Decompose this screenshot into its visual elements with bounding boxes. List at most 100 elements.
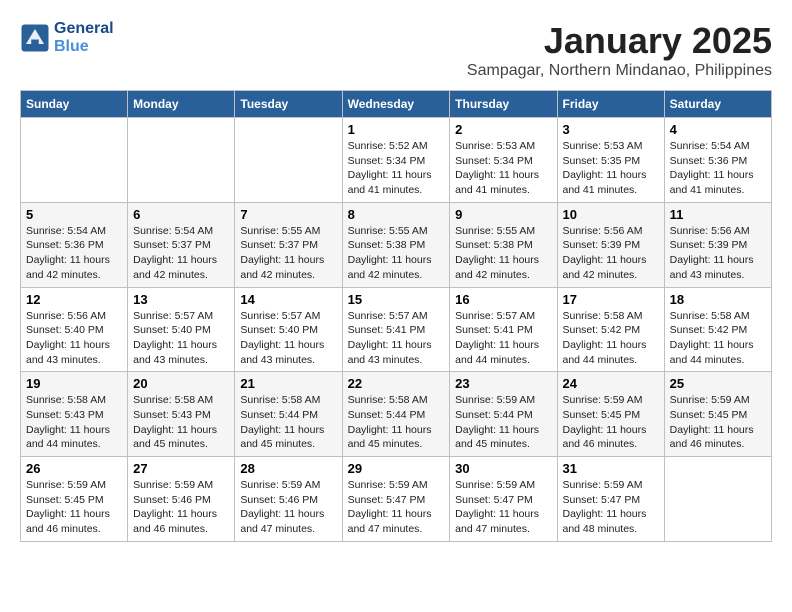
day-info: Sunrise: 5:59 AMSunset: 5:47 PMDaylight:…: [455, 478, 551, 537]
calendar-table: SundayMondayTuesdayWednesdayThursdayFrid…: [20, 90, 772, 542]
day-info: Sunrise: 5:54 AMSunset: 5:36 PMDaylight:…: [26, 224, 122, 283]
location-title: Sampagar, Northern Mindanao, Philippines: [467, 62, 772, 80]
day-number: 15: [348, 292, 445, 307]
day-number: 1: [348, 122, 445, 137]
calendar-cell: 22 Sunrise: 5:58 AMSunset: 5:44 PMDayligh…: [342, 372, 450, 457]
calendar-cell: 9 Sunrise: 5:55 AMSunset: 5:38 PMDaylight…: [450, 202, 557, 287]
calendar-cell: 17Sunrise: 5:58 AMSunset: 5:42 PMDayligh…: [557, 287, 664, 372]
day-info: Sunrise: 5:57 AMSunset: 5:40 PMDaylight:…: [133, 309, 229, 368]
day-info: Sunrise: 5:59 AMSunset: 5:46 PMDaylight:…: [133, 478, 229, 537]
day-info: Sunrise: 5:59 AMSunset: 5:45 PMDaylight:…: [670, 393, 766, 452]
calendar-cell: 7 Sunrise: 5:55 AMSunset: 5:37 PMDaylight…: [235, 202, 342, 287]
calendar-cell: 4Sunrise: 5:54 AMSunset: 5:36 PMDaylight…: [664, 118, 771, 203]
day-number: 2: [455, 122, 551, 137]
day-number: 6: [133, 207, 229, 222]
day-info: Sunrise: 5:53 AMSunset: 5:34 PMDaylight:…: [455, 139, 551, 198]
logo-text: General Blue: [54, 20, 114, 56]
calendar-cell: 25 Sunrise: 5:59 AMSunset: 5:45 PMDayligh…: [664, 372, 771, 457]
calendar-cell: 20 Sunrise: 5:58 AMSunset: 5:43 PMDayligh…: [128, 372, 235, 457]
day-info: Sunrise: 5:56 AMSunset: 5:40 PMDaylight:…: [26, 309, 122, 368]
day-number: 12: [26, 292, 122, 307]
calendar-cell: 12 Sunrise: 5:56 AMSunset: 5:40 PMDayligh…: [21, 287, 128, 372]
calendar-week-row: 12 Sunrise: 5:56 AMSunset: 5:40 PMDayligh…: [21, 287, 772, 372]
day-info: Sunrise: 5:55 AMSunset: 5:37 PMDaylight:…: [240, 224, 336, 283]
calendar-cell: [21, 118, 128, 203]
calendar-week-row: 19 Sunrise: 5:58 AMSunset: 5:43 PMDayligh…: [21, 372, 772, 457]
calendar-cell: 14Sunrise: 5:57 AMSunset: 5:40 PMDayligh…: [235, 287, 342, 372]
day-info: Sunrise: 5:56 AMSunset: 5:39 PMDaylight:…: [563, 224, 659, 283]
calendar-cell: [128, 118, 235, 203]
calendar-cell: 29 Sunrise: 5:59 AMSunset: 5:47 PMDayligh…: [342, 457, 450, 542]
day-number: 29: [348, 461, 445, 476]
calendar-cell: 8Sunrise: 5:55 AMSunset: 5:38 PMDaylight…: [342, 202, 450, 287]
day-number: 10: [563, 207, 659, 222]
day-info: Sunrise: 5:55 AMSunset: 5:38 PMDaylight:…: [348, 224, 445, 283]
day-info: Sunrise: 5:59 AMSunset: 5:47 PMDaylight:…: [563, 478, 659, 537]
day-number: 19: [26, 376, 122, 391]
day-info: Sunrise: 5:58 AMSunset: 5:44 PMDaylight:…: [240, 393, 336, 452]
logo-icon: [20, 23, 50, 53]
day-number: 9: [455, 207, 551, 222]
calendar-cell: 5 Sunrise: 5:54 AMSunset: 5:36 PMDaylight…: [21, 202, 128, 287]
calendar-cell: [664, 457, 771, 542]
day-number: 3: [563, 122, 659, 137]
weekday-header: Wednesday: [342, 91, 450, 118]
calendar-cell: 2 Sunrise: 5:53 AMSunset: 5:34 PMDaylight…: [450, 118, 557, 203]
header: General Blue January 2025 Sampagar, Nort…: [20, 20, 772, 80]
day-info: Sunrise: 5:58 AMSunset: 5:43 PMDaylight:…: [26, 393, 122, 452]
calendar-cell: 21 Sunrise: 5:58 AMSunset: 5:44 PMDayligh…: [235, 372, 342, 457]
calendar-cell: 24 Sunrise: 5:59 AMSunset: 5:45 PMDayligh…: [557, 372, 664, 457]
calendar-cell: 18Sunrise: 5:58 AMSunset: 5:42 PMDayligh…: [664, 287, 771, 372]
calendar-cell: 13 Sunrise: 5:57 AMSunset: 5:40 PMDayligh…: [128, 287, 235, 372]
calendar-cell: [235, 118, 342, 203]
day-info: Sunrise: 5:54 AMSunset: 5:36 PMDaylight:…: [670, 139, 766, 198]
day-number: 24: [563, 376, 659, 391]
calendar-cell: 31Sunrise: 5:59 AMSunset: 5:47 PMDayligh…: [557, 457, 664, 542]
logo: General Blue: [20, 20, 114, 56]
day-number: 27: [133, 461, 229, 476]
day-info: Sunrise: 5:52 AMSunset: 5:34 PMDaylight:…: [348, 139, 445, 198]
weekday-header: Sunday: [21, 91, 128, 118]
title-area: January 2025 Sampagar, Northern Mindanao…: [467, 20, 772, 80]
day-number: 21: [240, 376, 336, 391]
weekday-header: Monday: [128, 91, 235, 118]
day-info: Sunrise: 5:58 AMSunset: 5:44 PMDaylight:…: [348, 393, 445, 452]
day-number: 5: [26, 207, 122, 222]
day-number: 14: [240, 292, 336, 307]
day-info: Sunrise: 5:59 AMSunset: 5:44 PMDaylight:…: [455, 393, 551, 452]
weekday-header: Saturday: [664, 91, 771, 118]
day-number: 20: [133, 376, 229, 391]
day-number: 22: [348, 376, 445, 391]
day-info: Sunrise: 5:59 AMSunset: 5:47 PMDaylight:…: [348, 478, 445, 537]
calendar-week-row: 5 Sunrise: 5:54 AMSunset: 5:36 PMDaylight…: [21, 202, 772, 287]
calendar-cell: 30Sunrise: 5:59 AMSunset: 5:47 PMDayligh…: [450, 457, 557, 542]
calendar-cell: 27 Sunrise: 5:59 AMSunset: 5:46 PMDayligh…: [128, 457, 235, 542]
day-number: 25: [670, 376, 766, 391]
day-number: 13: [133, 292, 229, 307]
calendar-cell: 26Sunrise: 5:59 AMSunset: 5:45 PMDayligh…: [21, 457, 128, 542]
calendar-week-row: 1 Sunrise: 5:52 AMSunset: 5:34 PMDaylight…: [21, 118, 772, 203]
weekday-header: Thursday: [450, 91, 557, 118]
day-info: Sunrise: 5:58 AMSunset: 5:43 PMDaylight:…: [133, 393, 229, 452]
day-info: Sunrise: 5:58 AMSunset: 5:42 PMDaylight:…: [670, 309, 766, 368]
weekday-header: Tuesday: [235, 91, 342, 118]
calendar-body: 1 Sunrise: 5:52 AMSunset: 5:34 PMDaylight…: [21, 118, 772, 542]
calendar-week-row: 26Sunrise: 5:59 AMSunset: 5:45 PMDayligh…: [21, 457, 772, 542]
day-number: 28: [240, 461, 336, 476]
day-number: 7: [240, 207, 336, 222]
day-info: Sunrise: 5:59 AMSunset: 5:45 PMDaylight:…: [563, 393, 659, 452]
day-number: 16: [455, 292, 551, 307]
calendar-cell: 16 Sunrise: 5:57 AMSunset: 5:41 PMDayligh…: [450, 287, 557, 372]
day-number: 26: [26, 461, 122, 476]
calendar-cell: 15Sunrise: 5:57 AMSunset: 5:41 PMDayligh…: [342, 287, 450, 372]
calendar-header-row: SundayMondayTuesdayWednesdayThursdayFrid…: [21, 91, 772, 118]
day-info: Sunrise: 5:57 AMSunset: 5:41 PMDaylight:…: [455, 309, 551, 368]
day-info: Sunrise: 5:56 AMSunset: 5:39 PMDaylight:…: [670, 224, 766, 283]
calendar-cell: 6 Sunrise: 5:54 AMSunset: 5:37 PMDaylight…: [128, 202, 235, 287]
day-info: Sunrise: 5:55 AMSunset: 5:38 PMDaylight:…: [455, 224, 551, 283]
calendar-cell: 23Sunrise: 5:59 AMSunset: 5:44 PMDayligh…: [450, 372, 557, 457]
day-info: Sunrise: 5:54 AMSunset: 5:37 PMDaylight:…: [133, 224, 229, 283]
calendar-cell: 10 Sunrise: 5:56 AMSunset: 5:39 PMDayligh…: [557, 202, 664, 287]
weekday-header: Friday: [557, 91, 664, 118]
day-number: 17: [563, 292, 659, 307]
